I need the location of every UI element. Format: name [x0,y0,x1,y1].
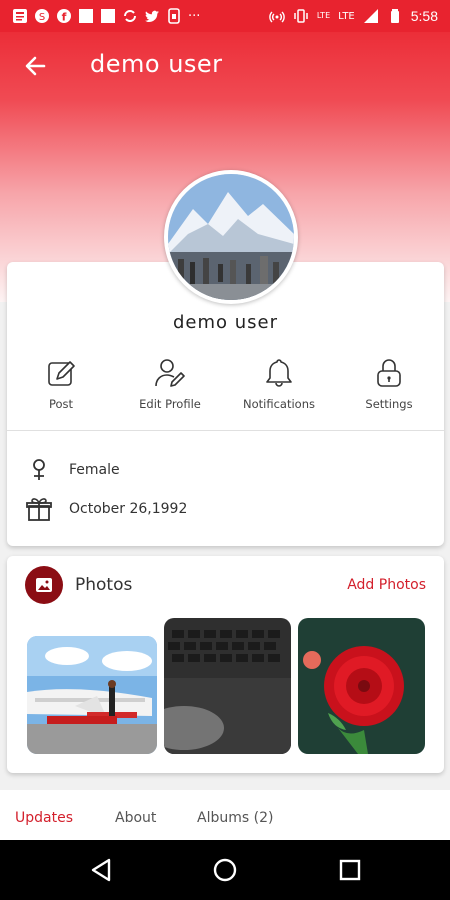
app-bar: demo user [0,32,450,102]
avatar[interactable] [164,170,298,304]
photos-title: Photos [75,575,133,595]
facebook-icon: f [57,9,71,24]
gift-icon [26,498,52,521]
svg-text:f: f [62,11,67,24]
profile-card: demo user Post Edit Profile Notification… [7,262,444,546]
post-label: Post [48,397,74,411]
pencil-square-icon [48,361,75,386]
back-nav-icon[interactable] [87,856,115,884]
settings-button[interactable]: Settings [339,357,439,411]
divider [7,430,444,431]
add-photos-link[interactable]: Add Photos [347,577,426,593]
profile-actions: Post Edit Profile Notifications Settings [7,357,444,417]
bell-icon [266,359,292,387]
sim-icon [168,8,180,24]
tab-albums[interactable]: Albums (2) [197,810,273,826]
home-nav-icon[interactable] [211,856,239,884]
status-time: 5:58 [410,8,438,24]
arrow-left-icon[interactable] [22,52,50,80]
profile-name: demo user [172,312,279,333]
vibrate-icon [294,9,308,23]
hotspot-icon [269,11,285,23]
page-title: demo user [90,50,223,78]
edit-profile-button[interactable]: Edit Profile [120,357,220,411]
birthday-value: October 26,1992 [69,501,188,517]
news-icon [13,9,27,23]
photos-card: Photos Add Photos [7,556,444,773]
gender-value: Female [69,462,120,478]
birthday-row: October 26,1992 [25,495,187,523]
edit-profile-label: Edit Profile [139,397,201,411]
system-icons: LTE LTE 5:58 [269,8,438,24]
tab-about[interactable]: About [115,810,156,826]
post-button[interactable]: Post [11,357,111,411]
lte-signal-label: LTE [338,10,355,22]
image-icon [36,578,52,592]
keyboard-photo[interactable] [164,618,291,754]
user-edit-icon [155,359,185,387]
sync-icon [124,10,136,22]
jet-and-woman-photo[interactable] [27,636,157,754]
battery-icon [390,9,399,23]
more-icon: ··· [188,8,201,24]
mountain-photo [168,174,294,300]
notifications-label: Notifications [243,397,315,411]
twitter-icon [145,10,159,22]
skype-icon: S [35,9,49,23]
recents-nav-icon[interactable] [336,856,364,884]
notification-icons: S f ··· [12,8,200,24]
square-icon [101,9,115,23]
signal-icon [363,9,378,23]
status-bar: S f ··· LTE LTE 5:58 [0,0,450,32]
gender-row: Female [25,456,120,484]
lock-icon [377,359,401,387]
tab-updates[interactable]: Updates [15,810,73,826]
red-dahlia-photo[interactable] [298,618,425,754]
svg-text:S: S [39,12,45,23]
profile-tabs: Updates About Albums (2) [0,790,450,840]
square-icon [79,9,93,23]
notifications-button[interactable]: Notifications [229,357,329,411]
photos-icon [25,566,63,604]
lte-icon: LTE [316,11,331,20]
system-nav-bar [0,840,450,900]
female-icon [33,459,45,480]
settings-label: Settings [365,397,413,411]
